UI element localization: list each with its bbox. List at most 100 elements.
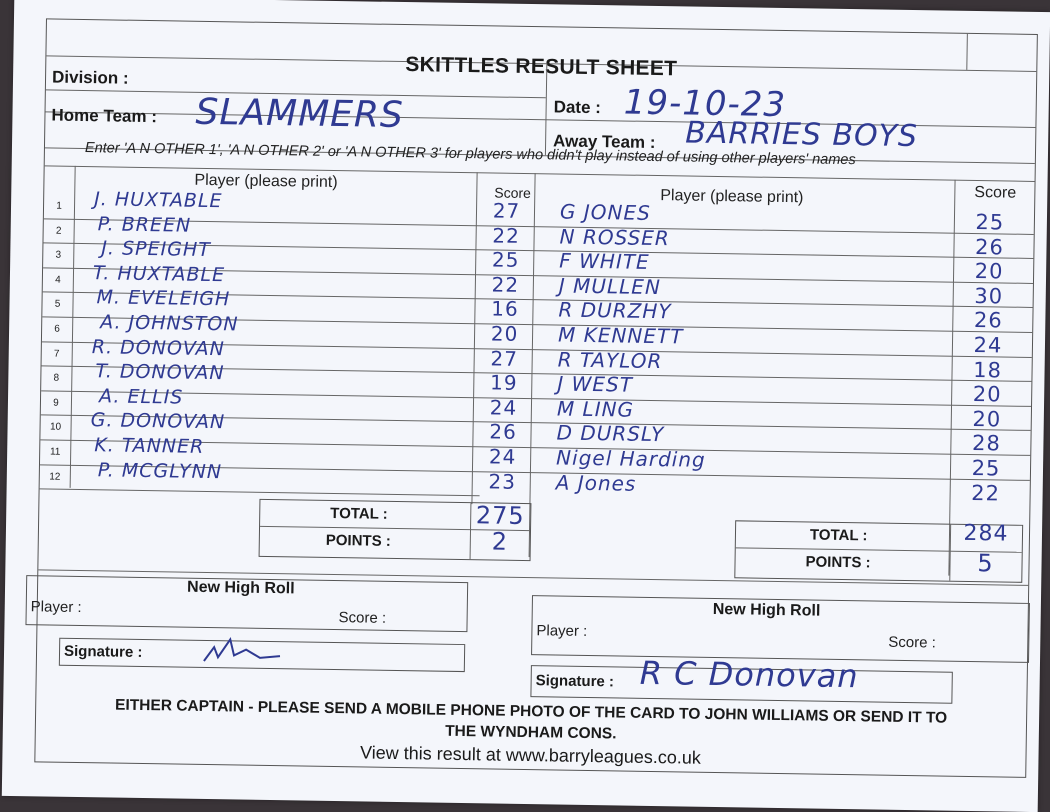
home-team-value: SLAMMERS <box>195 91 405 137</box>
home-team-label: Home Team : <box>51 105 158 127</box>
away-player-score: 20 <box>972 406 1002 432</box>
result-sheet-card: SKITTLES RESULT SHEET Division : Date : … <box>1 0 1050 812</box>
home-player-score: 22 <box>491 272 520 297</box>
home-player-name: J. SPEIGHT <box>101 237 211 262</box>
home-player-score: 24 <box>489 395 518 420</box>
away-points-value: 5 <box>977 549 994 578</box>
home-player-name: P. MCGLYNN <box>97 458 223 483</box>
away-player-name: M KENNETT <box>557 322 684 349</box>
home-player-name: K. TANNER <box>94 434 205 458</box>
header-middle-divider <box>544 63 548 156</box>
away-player-score: 26 <box>974 234 1005 260</box>
home-signature-box[interactable]: Signature : <box>58 636 466 673</box>
away-team-value: BARRIES BOYS <box>685 115 919 155</box>
away-player-name: M LING <box>556 396 635 422</box>
away-totals-box: TOTAL : POINTS : 284 5 <box>734 520 1024 583</box>
home-totals-box: TOTAL : POINTS : 275 2 <box>258 498 532 562</box>
home-high-roll-player-label: Player : <box>30 598 82 617</box>
date-label: Date : <box>553 97 602 118</box>
score-table: 1 J. HUXTABLE 27 2 P. BREEN 22 3 J. SPEIGHT 25 4 T… <box>39 19 1037 505</box>
away-score-header: Score <box>974 184 1017 202</box>
away-signature-box[interactable]: Signature : R C Donovan <box>530 654 953 704</box>
home-player-name: M. EVELEIGH <box>96 286 231 311</box>
away-high-roll-score-label: Score : <box>888 633 936 652</box>
away-points-label: POINTS : <box>805 553 871 572</box>
row-number: 9 <box>53 397 59 409</box>
away-player-name: Nigel Harding <box>555 445 706 472</box>
home-high-roll-box: New High Roll Player : Score : <box>25 575 469 633</box>
away-player-name: D DURSLY <box>556 420 665 447</box>
row-number: 10 <box>49 421 62 434</box>
home-total-value: 275 <box>475 501 525 530</box>
away-player-score: 26 <box>973 308 1003 333</box>
away-high-roll-player-label: Player : <box>536 622 588 640</box>
home-player-name: T. HUXTABLE <box>92 261 226 287</box>
home-high-roll-heading: New High Roll <box>186 578 295 598</box>
away-player-name: R DURZHY <box>558 297 672 324</box>
home-player-header: Player (please print) <box>194 171 338 192</box>
away-player-name: F WHITE <box>559 248 650 275</box>
away-player-name: A Jones <box>555 470 637 496</box>
away-player-score: 20 <box>972 382 1002 407</box>
row-number: 7 <box>53 348 60 360</box>
home-player-score: 27 <box>492 198 521 223</box>
home-player-score: 19 <box>489 370 518 396</box>
home-player-score: 20 <box>490 321 519 346</box>
away-signature-value: R C Donovan <box>639 653 859 696</box>
away-player-name: R TAYLOR <box>557 347 663 373</box>
row-number: 12 <box>49 471 61 483</box>
home-player-score: 26 <box>489 419 517 445</box>
away-player-score: 25 <box>975 210 1005 235</box>
row-number: 5 <box>54 298 61 311</box>
away-player-score: 20 <box>974 259 1004 284</box>
home-high-roll-score-label: Score : <box>338 609 387 627</box>
row-number: 8 <box>53 372 60 384</box>
row-number: 4 <box>55 274 61 286</box>
table-row-line <box>43 217 1034 235</box>
away-player-score: 22 <box>971 480 1001 506</box>
sheet-title: SKITTLES RESULT SHEET <box>405 53 678 81</box>
row-number: 1 <box>56 200 62 212</box>
sheet-frame: SKITTLES RESULT SHEET Division : Date : … <box>25 18 1038 778</box>
away-player-score: 24 <box>973 333 1003 358</box>
home-player-name: A. JOHNSTON <box>100 311 239 336</box>
away-score-divider <box>948 179 956 576</box>
home-player-score: 25 <box>491 247 520 273</box>
home-player-score: 22 <box>492 223 521 248</box>
away-player-name: N ROSSER <box>559 224 670 250</box>
home-signature-scribble <box>203 636 281 662</box>
home-player-score: 27 <box>490 346 519 371</box>
row-number: 6 <box>54 323 60 335</box>
division-label: Division : <box>51 67 129 88</box>
home-points-label: POINTS : <box>325 531 391 550</box>
home-points-value: 2 <box>491 527 509 556</box>
home-player-name: P. BREEN <box>97 212 192 237</box>
away-high-roll-heading: New High Roll <box>712 600 821 620</box>
away-player-score: 25 <box>971 456 1001 481</box>
home-player-name: J. HUXTABLE <box>93 188 223 213</box>
home-player-score: 23 <box>488 469 517 494</box>
row-number: 2 <box>55 225 62 237</box>
home-total-label: TOTAL : <box>330 504 388 523</box>
away-total-label: TOTAL : <box>809 526 868 545</box>
away-player-name: J MULLEN <box>558 273 662 299</box>
away-player-score: 28 <box>971 431 1001 456</box>
home-player-score: 16 <box>491 296 519 322</box>
row-number: 3 <box>55 249 62 261</box>
home-signature-label: Signature : <box>63 642 143 662</box>
home-player-score: 24 <box>488 444 517 469</box>
home-player-name: G. DONOVAN <box>90 409 226 434</box>
instruction-underline <box>44 165 1035 182</box>
away-signature-label: Signature : <box>535 672 615 691</box>
away-player-name: G JONES <box>559 199 652 225</box>
away-player-score: 18 <box>973 357 1003 383</box>
away-high-roll-box: New High Roll Player : Score : <box>531 595 1030 663</box>
away-total-value: 284 <box>963 520 1009 547</box>
row-number: 11 <box>49 446 61 458</box>
table-row-line <box>41 390 1032 407</box>
away-player-header: Player (please print) <box>660 187 804 207</box>
home-player-name: R. DONOVAN <box>91 335 225 360</box>
home-player-name: T. DONOVAN <box>95 360 225 385</box>
home-player-name: A. ELLIS <box>98 385 184 409</box>
away-player-name: J WEST <box>557 371 634 397</box>
